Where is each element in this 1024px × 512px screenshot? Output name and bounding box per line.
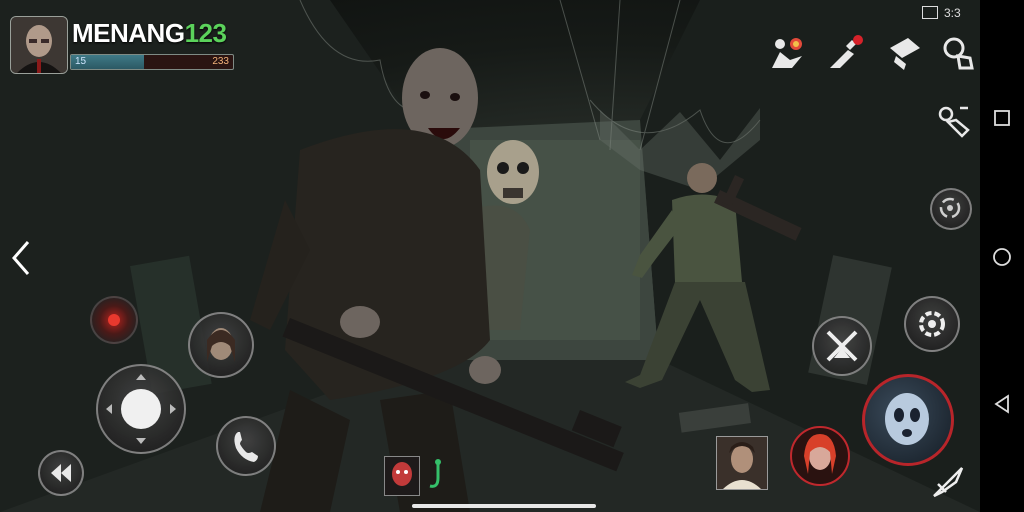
redhair-portrait-icon (804, 434, 836, 474)
player-avatar[interactable] (10, 16, 68, 74)
health-bar-left-value: 15 (75, 56, 87, 67)
character-bouquet-icon (772, 38, 802, 68)
triangle-back-icon (994, 394, 1009, 414)
search-profile-icon (943, 37, 974, 70)
ghost-attack-button[interactable] (862, 374, 954, 466)
rewind-icon (51, 464, 71, 482)
ghost-icon (885, 393, 929, 445)
crossed-blades-icon (826, 330, 858, 362)
character-bouquet-button[interactable] (768, 34, 806, 72)
health-bar-right-value: 233 (212, 56, 229, 67)
supply-crate-button[interactable] (886, 34, 924, 72)
joystick-icon (106, 374, 176, 444)
companion-portrait-button[interactable] (188, 312, 254, 378)
avatar-portrait-icon (11, 17, 67, 73)
hook-icon (429, 459, 441, 488)
nav-back-button[interactable] (992, 394, 1012, 414)
player-name-number: 123 (184, 18, 227, 48)
back-button[interactable] (6, 238, 36, 278)
recent-apps-button[interactable] (992, 108, 1012, 128)
man-portrait-icon (723, 442, 761, 489)
movement-joystick[interactable] (96, 364, 186, 454)
call-button[interactable] (216, 416, 276, 476)
player-name-text: MENANG (72, 18, 185, 48)
phone-icon (234, 432, 258, 462)
hand-gift-button[interactable] (826, 34, 864, 72)
disarm-skill-button[interactable] (812, 316, 872, 376)
squad-toggle-button[interactable] (934, 102, 972, 140)
home-button[interactable] (992, 247, 1012, 267)
player-card[interactable]: MENANG123 15 233 (10, 14, 242, 74)
inventory-slot-creature[interactable] (384, 456, 420, 496)
ally-portrait-redhair[interactable] (790, 426, 850, 486)
search-profile-button[interactable] (938, 34, 976, 72)
supply-crate-icon (890, 38, 920, 70)
rewind-button[interactable] (38, 450, 84, 496)
device-status: 3:3 (922, 6, 961, 20)
red-creature-icon (392, 462, 412, 486)
camera-rotate-button[interactable] (930, 188, 972, 230)
battery-icon (922, 6, 938, 19)
health-bar: 15 233 (70, 54, 234, 70)
circle-icon (993, 248, 1011, 266)
fire-button[interactable] (90, 296, 138, 344)
inventory-slot-hook[interactable] (424, 458, 450, 494)
home-indicator[interactable] (412, 504, 596, 508)
dagger-icon (933, 467, 964, 498)
sprint-button[interactable] (928, 462, 968, 502)
hand-gift-icon (830, 35, 863, 68)
status-time: 3:3 (944, 6, 961, 20)
player-name: MENANG123 (72, 18, 227, 49)
chevron-left-icon (12, 241, 30, 275)
reload-skill-button[interactable] (904, 296, 960, 352)
gear-icon (919, 311, 945, 337)
ally-portrait-man[interactable] (716, 436, 768, 490)
squad-icon (938, 106, 970, 138)
system-nav-bar (980, 0, 1024, 512)
square-icon (994, 110, 1010, 126)
red-dot-icon (108, 314, 120, 326)
woman-portrait-icon (207, 328, 235, 362)
rotate-icon (939, 197, 961, 219)
